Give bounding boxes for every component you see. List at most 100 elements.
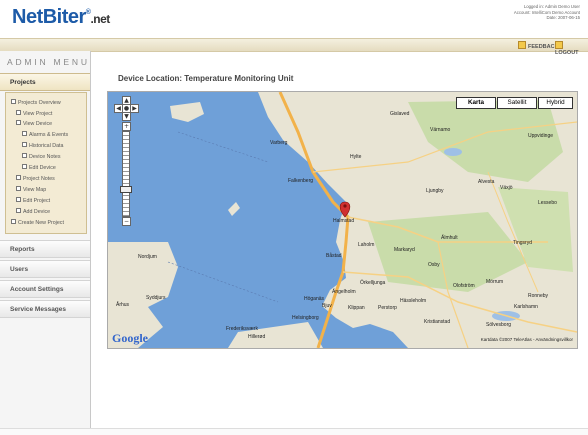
place-label: Växjö (500, 185, 513, 191)
submenu-label: Project Notes (23, 176, 55, 182)
feedback-label: FEEDBACK (528, 44, 559, 50)
menu-reports[interactable]: Reports (0, 240, 90, 258)
submenu-add-device[interactable]: Add Device (16, 208, 50, 215)
menu-users[interactable]: Users (0, 260, 90, 278)
place-label: Gislaved (390, 111, 410, 117)
place-label: Hylte (350, 154, 362, 160)
place-label: Alvesta (478, 179, 495, 185)
place-label: Värnamo (430, 127, 451, 133)
map-type-hybrid[interactable]: Hybrid (538, 97, 573, 109)
place-label: Tingsryd (513, 240, 532, 246)
zoom-slider[interactable] (122, 131, 130, 217)
submenu-view-project[interactable]: View Project (16, 110, 52, 117)
admin-menu-title: ADMIN MENU (7, 57, 90, 67)
submenu-label: View Project (23, 111, 53, 117)
submenu-label: Edit Project (23, 198, 51, 204)
place-label: Älmhult (441, 235, 458, 241)
ferry-line (177, 131, 269, 163)
zoom-slider-handle[interactable] (120, 186, 132, 193)
submenu-project-notes[interactable]: Project Notes (16, 175, 55, 182)
place-label: Halmstad (333, 218, 355, 224)
bullet-icon (16, 120, 21, 125)
feedback-link[interactable]: FEEDBACK (518, 41, 559, 50)
bullet-icon (22, 131, 27, 136)
login-date: Date: 2007-06-15 (546, 15, 580, 21)
submenu-view-device[interactable]: View Device (16, 120, 52, 127)
bullet-icon (16, 110, 21, 115)
login-user: Logged in: Admin Demo User (523, 4, 580, 9)
place-label: Karlshamn (514, 304, 538, 310)
place-label: Falkenberg (288, 178, 314, 184)
place-label: Uppvidinge (528, 133, 554, 139)
menu-service-messages[interactable]: Service Messages (0, 300, 90, 318)
place-label: Höganäs (304, 296, 325, 302)
map-copyright[interactable]: Kartdata ©2007 TeleAtlas - Användningsvi… (481, 337, 573, 342)
place-label: Bjuv (322, 303, 332, 309)
submenu-label: View Device (23, 121, 53, 127)
google-logo[interactable]: Google (112, 331, 148, 346)
bullet-icon (11, 219, 16, 224)
submenu-label: View Map (23, 187, 47, 193)
device-location-map[interactable]: Halmstad Falkenberg Varberg Gislaved Vär… (107, 91, 578, 349)
logo-suffix: .net (90, 12, 110, 26)
bullet-icon (16, 175, 21, 180)
place-label: Ängelholm (332, 289, 356, 295)
logo-registered: ® (85, 9, 91, 16)
place-label: Syddjurs (146, 295, 166, 301)
submenu-projects-overview[interactable]: Projects Overview (11, 99, 61, 106)
place-label: Varberg (270, 140, 288, 146)
submenu-edit-project[interactable]: Edit Project (16, 197, 50, 204)
submenu-create-new-project[interactable]: Create New Project (11, 219, 64, 226)
submenu-label: Add Device (23, 209, 51, 215)
place-label: Ronneby (528, 293, 549, 299)
netbiter-logo[interactable]: NetBiter®.net (12, 6, 110, 29)
menu-projects[interactable]: Projects (0, 73, 90, 91)
bullet-icon (16, 197, 21, 202)
bullet-icon (22, 153, 27, 158)
place-label: Hässleholm (400, 298, 427, 304)
zoom-in-button[interactable]: + (122, 122, 131, 131)
place-label: Båstad (326, 253, 342, 259)
feedback-icon (518, 41, 526, 49)
logout-icon (555, 41, 563, 49)
bullet-icon (16, 208, 21, 213)
menu-account-settings[interactable]: Account Settings (0, 280, 90, 298)
land-islet (228, 202, 240, 216)
place-label: Kristianstad (424, 319, 451, 325)
place-label: Århus (116, 302, 130, 308)
place-label: Sölvesborg (486, 322, 512, 328)
place-label: Nordjum (138, 254, 157, 260)
place-label: Ljungby (426, 188, 444, 194)
logout-link[interactable]: LOGOUT (555, 41, 588, 56)
header: NetBiter®.net Logged in: Admin Demo User… (0, 0, 588, 38)
place-label: Laholm (358, 242, 375, 248)
place-label: Hillerød (248, 334, 266, 340)
bullet-icon (22, 164, 27, 169)
place-label: Markaryd (394, 247, 415, 253)
place-label: Olofström (453, 283, 475, 289)
map-type-karta[interactable]: Karta (456, 97, 496, 109)
bullet-icon (16, 186, 21, 191)
submenu-device-notes[interactable]: Device Notes (22, 153, 61, 160)
submenu-historical-data[interactable]: Historical Data (22, 142, 63, 149)
pan-right-icon[interactable]: ▶ (130, 104, 139, 113)
place-label: Mörrum (486, 279, 504, 285)
place-label: Perstorp (378, 305, 397, 311)
logout-label: LOGOUT (555, 50, 579, 56)
top-action-bar: FEEDBACK LOGOUT (0, 38, 588, 56)
submenu-edit-device[interactable]: Edit Device (22, 164, 56, 171)
map-type-satellit[interactable]: Satellit (497, 97, 537, 109)
submenu-alarms-events[interactable]: Alarms & Events (22, 131, 68, 138)
zoom-out-button[interactable]: − (122, 217, 131, 226)
land-anholt (170, 102, 204, 122)
submenu-label: Projects Overview (18, 100, 61, 106)
submenu-view-map[interactable]: View Map (16, 186, 46, 193)
bullet-icon (11, 99, 16, 104)
place-label: Osby (428, 262, 440, 268)
place-label: Lessebo (538, 200, 557, 206)
lake (444, 148, 462, 156)
ferry-line (167, 261, 279, 303)
pan-down-icon[interactable]: ▼ (122, 112, 131, 121)
place-label: Örkelljunga (360, 280, 386, 286)
bullet-icon (22, 142, 27, 147)
